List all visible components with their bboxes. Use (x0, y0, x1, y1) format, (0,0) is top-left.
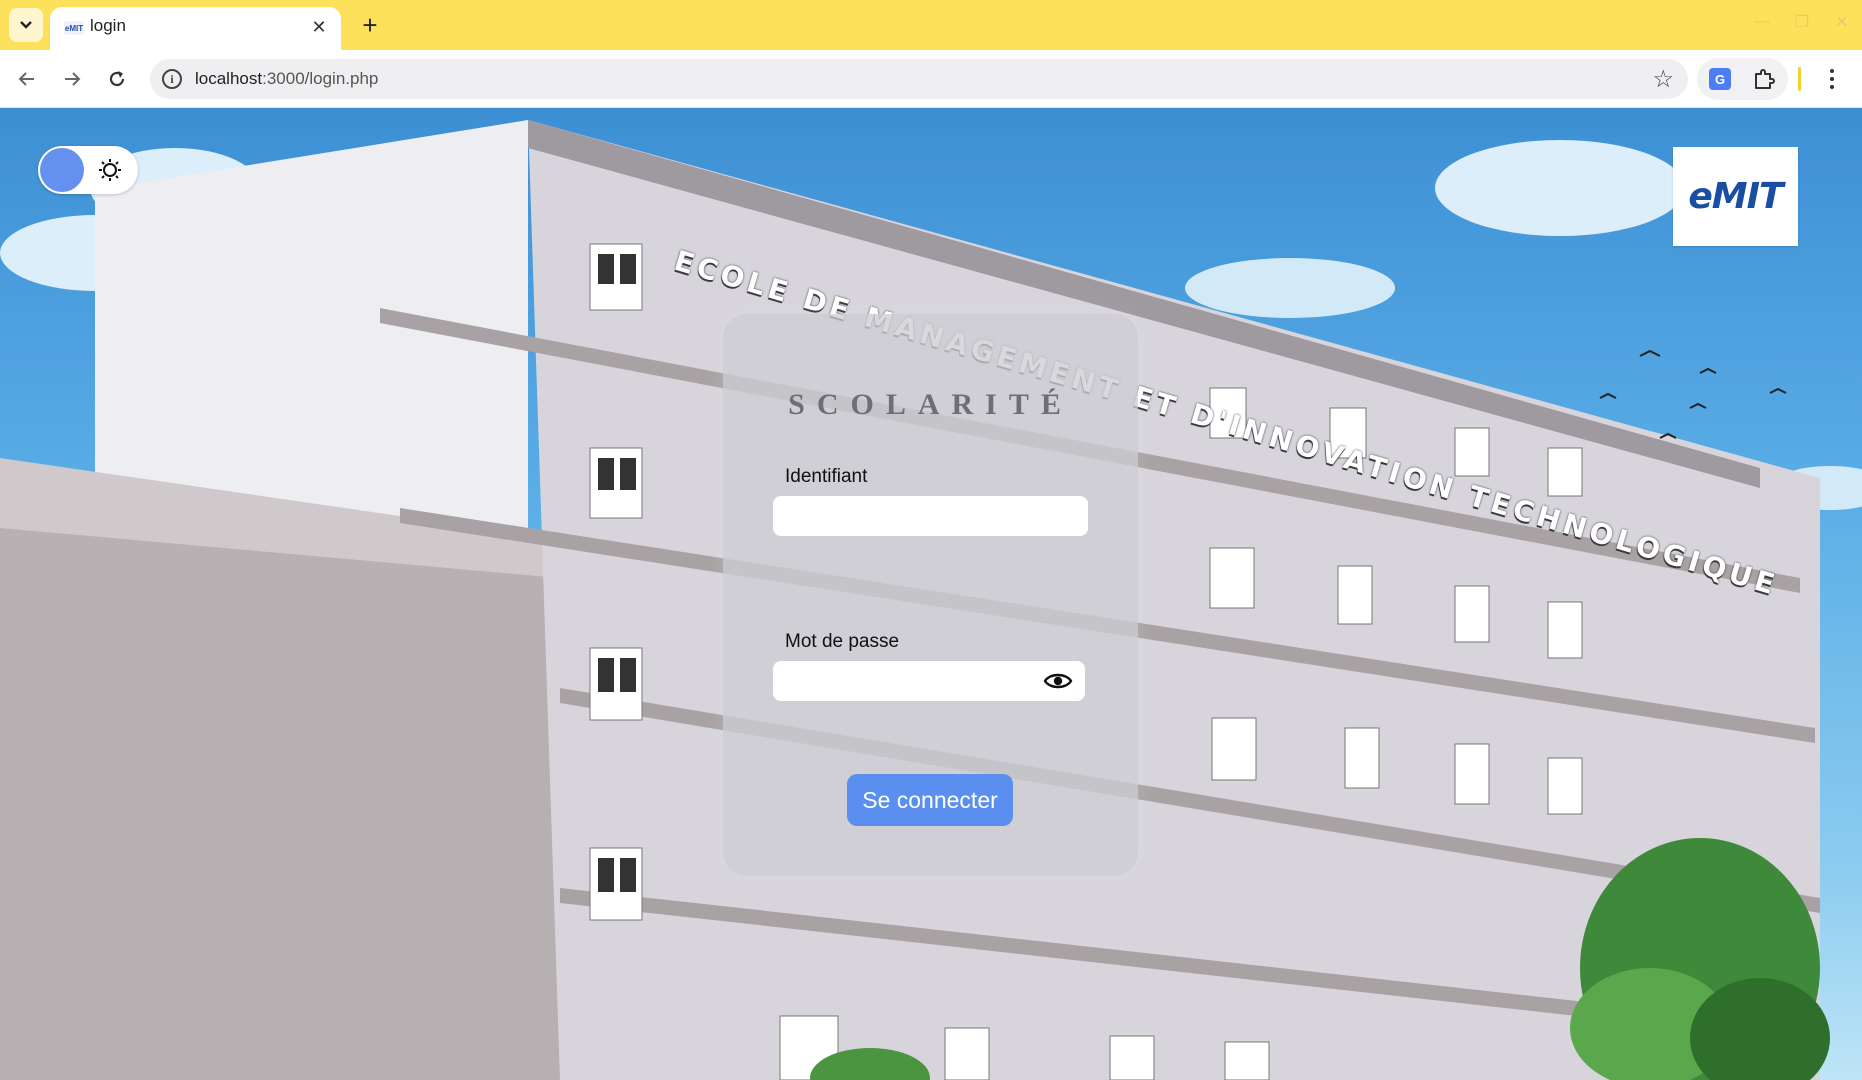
url-text[interactable]: localhost:3000/login.php (195, 69, 378, 89)
login-card: SCOLARITÉ Identifiant Mot de passe Se co… (723, 314, 1138, 876)
page-viewport: ECOLE DE MANAGEMENT ET D'INNOVATION TECH… (0, 108, 1862, 1080)
info-icon[interactable]: i (162, 69, 182, 89)
bookmark-star-icon[interactable]: ☆ (1652, 65, 1674, 94)
username-label: Identifiant (785, 466, 868, 487)
emit-logo: eMIT (1673, 147, 1798, 246)
new-tab-button[interactable]: + (355, 10, 385, 40)
window-close-icon[interactable]: ✕ (1822, 12, 1862, 32)
browser-toolbar: i localhost:3000/login.php ☆ G (0, 50, 1862, 108)
extensions-area: G (1697, 58, 1788, 100)
password-input[interactable] (773, 661, 1085, 701)
google-translate-icon[interactable]: G (1709, 68, 1731, 90)
password-label: Mot de passe (785, 631, 900, 652)
restore-icon[interactable]: ❐ (1782, 12, 1822, 32)
sun-icon (99, 159, 121, 181)
login-title: SCOLARITÉ (788, 388, 1073, 421)
window-controls: — ❐ ✕ (1742, 0, 1862, 44)
theme-toggle[interactable] (38, 146, 138, 194)
back-icon[interactable] (12, 64, 42, 94)
toggle-knob (40, 148, 84, 192)
extensions-puzzle-icon[interactable] (1752, 67, 1776, 91)
close-tab-icon[interactable]: ✕ (307, 15, 331, 39)
logo-text: eMIT (1688, 176, 1783, 217)
login-submit-button[interactable]: Se connecter (847, 774, 1013, 826)
profile-separator (1798, 67, 1801, 91)
reload-icon[interactable] (102, 64, 132, 94)
active-tab[interactable]: eMIT login ✕ (50, 7, 341, 50)
username-input[interactable] (773, 496, 1088, 536)
minimize-icon[interactable]: — (1742, 13, 1782, 31)
eye-icon[interactable] (1043, 671, 1073, 691)
address-bar[interactable]: i localhost:3000/login.php ☆ (150, 59, 1688, 99)
tab-title: login (90, 16, 126, 35)
browser-tab-bar: eMIT login ✕ + — ❐ ✕ (0, 0, 1862, 50)
tab-dropdown-icon[interactable] (9, 8, 43, 42)
kebab-menu-icon[interactable] (1820, 64, 1844, 94)
favicon: eMIT (64, 21, 84, 35)
forward-icon[interactable] (57, 64, 87, 94)
